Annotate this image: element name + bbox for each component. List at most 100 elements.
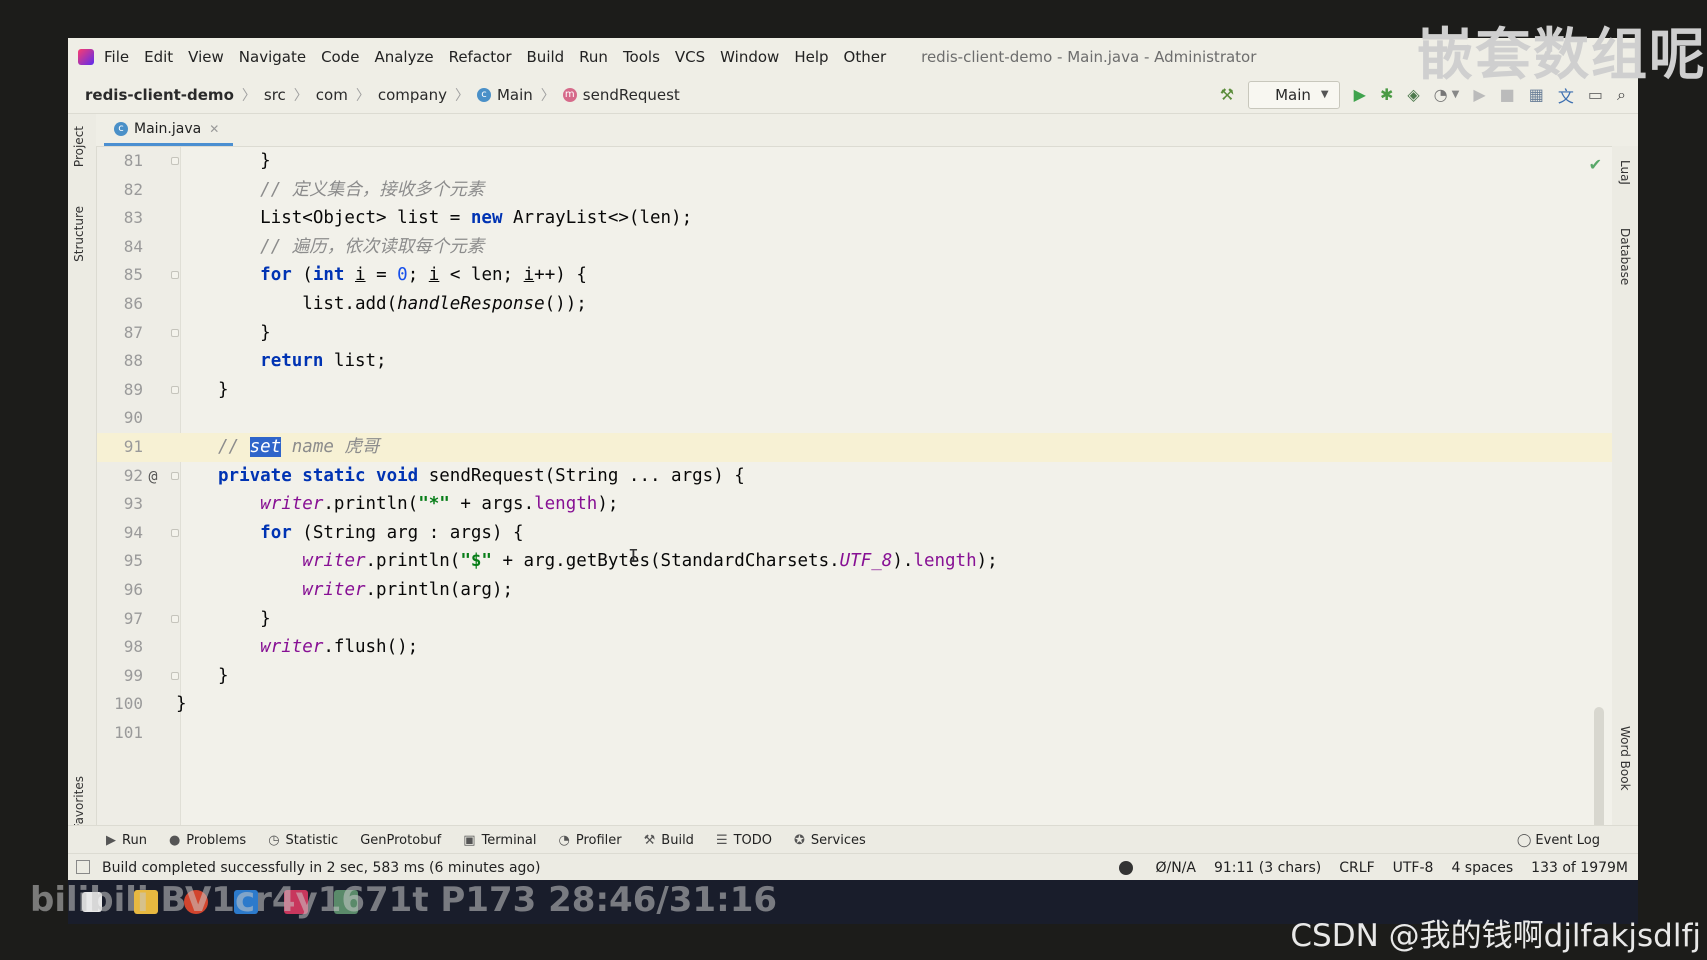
status-line-separator[interactable]: CRLF <box>1339 860 1374 876</box>
debug-icon[interactable]: ✱ <box>1380 85 1393 104</box>
left-tool-strip: Project Structure Favorites <box>68 114 97 862</box>
tab-main-java[interactable]: c Main.java ✕ <box>104 114 234 146</box>
run-configuration-select[interactable]: Main ▼ <box>1248 80 1340 109</box>
tool-todo-label: TODO <box>733 832 773 848</box>
fold-marker-icon[interactable] <box>171 528 179 537</box>
code-text: // 遍历，依次读取每个元素 <box>218 233 484 262</box>
fold-marker-icon[interactable] <box>171 328 179 337</box>
status-na[interactable]: Ø/N/A <box>1101 860 1196 876</box>
tool-tab-favorites[interactable]: Favorites <box>72 776 86 830</box>
status-toggle-icon[interactable] <box>76 860 90 874</box>
tool-terminal[interactable]: ▣ Terminal <box>463 833 536 848</box>
breadcrumb-project[interactable]: redis-client-demo <box>85 86 234 104</box>
status-position[interactable]: 91:11 (3 chars) <box>1214 860 1321 876</box>
tool-run[interactable]: ▶ Run <box>106 833 147 848</box>
tool-services-label: Services <box>810 832 866 848</box>
breadcrumb-company[interactable]: company <box>378 86 447 104</box>
fold-marker-icon[interactable] <box>171 671 179 680</box>
status-indent[interactable]: 4 spaces <box>1451 860 1513 876</box>
menu-help[interactable]: Help <box>794 48 828 66</box>
tool-services[interactable]: ✪ Services <box>794 833 866 848</box>
code-text: } <box>218 608 271 629</box>
code-editor[interactable]: 81 } 82 // 定义集合，接收多个元素 83 List<Object> l… <box>97 147 1612 863</box>
code-line: 101 <box>97 719 1612 748</box>
tool-tab-structure[interactable]: Structure <box>72 206 86 262</box>
event-log-button[interactable]: ◯ Event Log <box>1517 826 1600 854</box>
menu-run[interactable]: Run <box>579 48 608 66</box>
menu-refactor[interactable]: Refactor <box>449 48 512 66</box>
menu-analyze[interactable]: Analyze <box>374 48 433 66</box>
line-number: 96 <box>123 580 143 599</box>
profiler-icon: ◔ <box>558 832 570 848</box>
status-widgets: Ø/N/A 91:11 (3 chars) CRLF UTF-8 4 space… <box>1083 854 1628 880</box>
build-hammer-icon[interactable]: ⚒ <box>1220 85 1234 104</box>
code-line: 99} <box>97 662 1612 691</box>
code-text: } <box>176 694 187 715</box>
code-text: for (String arg : args) { <box>260 522 524 543</box>
tool-profiler[interactable]: ◔ Profiler <box>559 833 622 848</box>
code-line: 100} <box>97 690 1612 719</box>
tool-profiler-label: Profiler <box>575 832 622 848</box>
tool-statistic[interactable]: ◷ Statistic <box>268 833 338 848</box>
status-memory[interactable]: 133 of 1979M <box>1531 860 1628 876</box>
tool-tab-word-book[interactable]: Word Book <box>1618 726 1632 791</box>
fold-marker-icon[interactable] <box>171 471 179 480</box>
code-text: } <box>218 151 271 171</box>
bilibili-watermark: bilibili BV1cr4y1671t P173 28:46/31:16 <box>30 880 778 920</box>
menu-edit[interactable]: Edit <box>144 48 173 66</box>
menu-vcs[interactable]: VCS <box>675 48 705 66</box>
code-comment: // set name 虎哥 <box>218 437 379 457</box>
status-encoding[interactable]: UTF-8 <box>1393 860 1434 876</box>
status-message[interactable]: Build completed successfully in 2 sec, 5… <box>102 860 540 876</box>
menu-code[interactable]: Code <box>321 48 359 66</box>
breadcrumb-class[interactable]: c Main <box>476 85 533 104</box>
menu-view[interactable]: View <box>188 48 224 66</box>
line-number: 100 <box>114 694 143 714</box>
tool-tab-project[interactable]: Project <box>72 126 86 167</box>
line-number: 83 <box>123 208 143 228</box>
tool-todo[interactable]: ☰ TODO <box>716 833 772 848</box>
line-number: 101 <box>114 723 143 742</box>
tool-genprotobuf[interactable]: GenProtobuf <box>360 833 441 848</box>
breadcrumb-src[interactable]: src <box>264 86 286 104</box>
fold-marker-icon[interactable] <box>171 157 179 165</box>
breadcrumb-method[interactable]: m sendRequest <box>562 85 680 104</box>
menu-tools[interactable]: Tools <box>623 48 660 66</box>
close-icon[interactable]: ✕ <box>209 122 219 136</box>
menu-navigate[interactable]: Navigate <box>239 48 306 66</box>
code-line-current: 91 // set name 虎哥 <box>97 433 1612 462</box>
ide-window: File Edit View Navigate Code Analyze Ref… <box>68 38 1638 880</box>
breadcrumb-com[interactable]: com <box>316 86 348 104</box>
code-text: // set name 虎哥 <box>218 433 379 462</box>
tool-build[interactable]: ⚒ Build <box>644 833 694 848</box>
menu-build[interactable]: Build <box>527 48 565 66</box>
line-number: 90 <box>123 408 143 428</box>
fold-marker-icon[interactable] <box>171 614 179 623</box>
intellij-logo-icon <box>78 49 94 65</box>
tool-window-bar: ▶ Run ● Problems ◷ Statistic GenProtobuf ▣ T… <box>68 825 1638 854</box>
tool-tab-database[interactable]: Database <box>1618 228 1632 285</box>
line-number: 84 <box>123 236 143 256</box>
menu-file[interactable]: File <box>104 48 129 66</box>
code-text: } <box>218 665 229 686</box>
inspection-ok-icon[interactable]: ✔ <box>1589 155 1602 174</box>
fold-marker-icon[interactable] <box>171 385 179 394</box>
breadcrumb-method-label: sendRequest <box>582 85 680 104</box>
code-line: 85 for (int i = 0; i < len; i++) { <box>97 261 1612 290</box>
run-icon[interactable]: ▶ <box>1354 85 1366 104</box>
breadcrumb-class-label: Main <box>496 85 533 104</box>
selected-text[interactable]: set <box>249 437 282 457</box>
window-title: redis-client-demo - Main.java - Administ… <box>921 48 1257 66</box>
fold-marker-icon[interactable] <box>171 271 179 280</box>
menu-other[interactable]: Other <box>844 48 887 66</box>
annotation-marker-icon[interactable]: @ <box>143 462 163 491</box>
code-text: private static void sendRequest(String .… <box>218 465 745 486</box>
line-number: 81 <box>123 151 143 170</box>
line-number: 99 <box>123 665 143 685</box>
tool-terminal-label: Terminal <box>481 832 537 848</box>
code-line: 81 } <box>97 147 1612 176</box>
menu-window[interactable]: Window <box>720 48 779 66</box>
tool-tab-luaj[interactable]: LuaJ <box>1618 160 1632 185</box>
tool-problems[interactable]: ● Problems <box>169 833 246 848</box>
code-line: 87 } <box>97 319 1612 348</box>
